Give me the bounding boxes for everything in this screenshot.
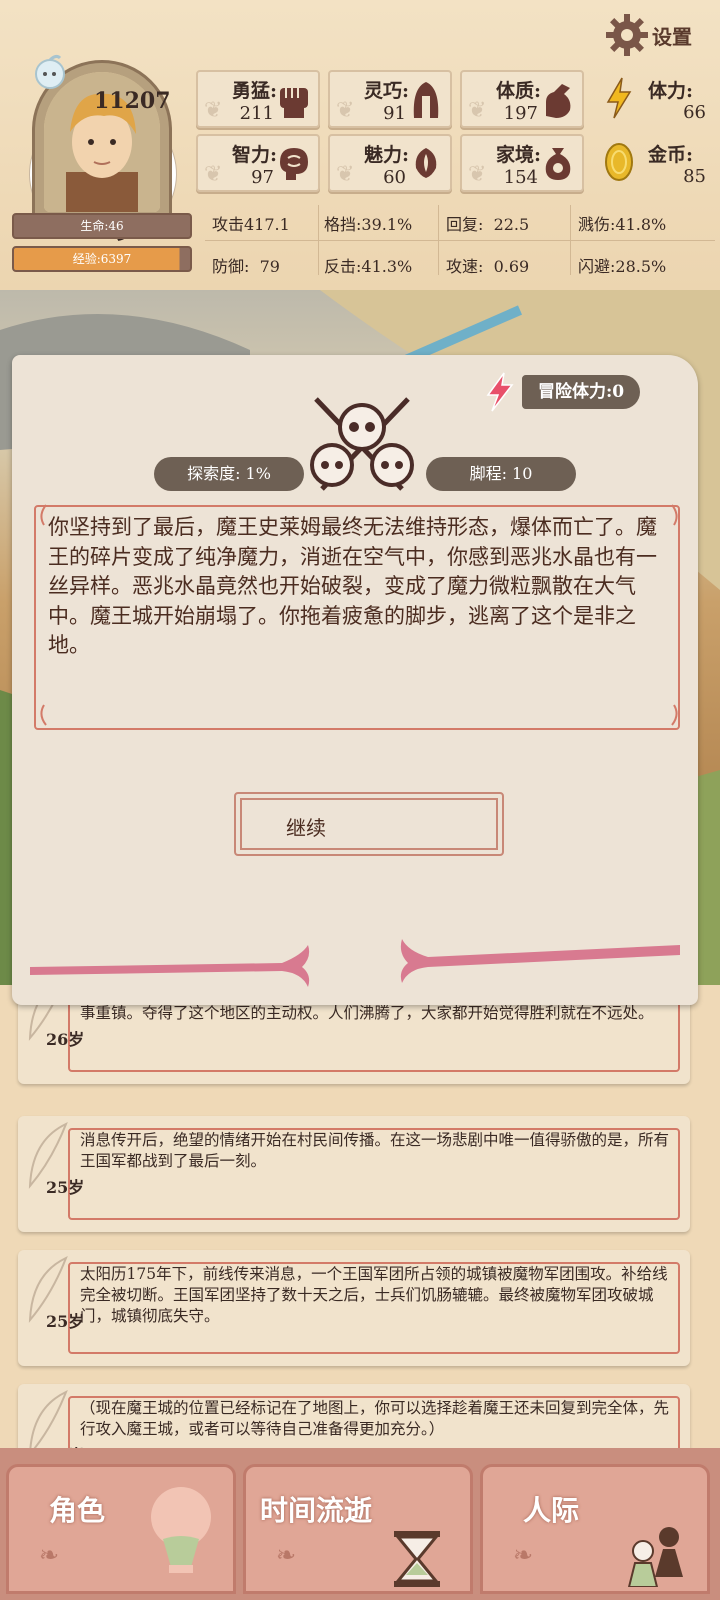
settings-button[interactable]: 设置 [604, 12, 714, 58]
log-entry: 消息传开后，绝望的情绪开始在村民间传播。在这一场悲剧中唯一值得骄傲的是，所有王国… [18, 1116, 690, 1232]
event-dialog: 冒险体力:0 探索度: 1% 脚程: 10 你坚持到了最后，魔王史莱姆最终无法维… [12, 355, 698, 1005]
score-value: 11207 [94, 88, 171, 114]
lightning-icon [486, 372, 514, 412]
combat-defense: 防御: 79 [212, 257, 280, 276]
combat-speed: 攻速: 0.69 [446, 257, 530, 276]
continue-label: 继续 [286, 816, 326, 840]
status-panel: 设置 11207 26岁 生命:46 经验:6397 ❦ [0, 0, 720, 290]
cloak-icon [413, 82, 439, 118]
combat-splash: 溅伤:41.8% [578, 215, 667, 234]
flexed-arm-icon [546, 84, 571, 118]
skulls-icon [310, 397, 414, 491]
xp-bar: 经验:6397 [12, 246, 192, 272]
resource-stamina: 体力: 66 [598, 70, 710, 128]
rose-icon [415, 148, 437, 178]
story-text: 你坚持到了最后，魔王史莱姆最终无法维持形态，爆体而亡了。魔王的碎片变成了纯净魔力… [48, 515, 657, 657]
resource-gold: 金币: 85 [598, 134, 710, 192]
character-icon [151, 1487, 211, 1573]
stat-family[interactable]: ❦ 家境: 154 [460, 134, 584, 192]
avatar[interactable]: 11207 26岁 [14, 40, 192, 243]
settings-label: 设置 [652, 24, 692, 49]
lightning-icon [606, 77, 632, 119]
hourglass-icon [394, 1531, 440, 1587]
log-entry: 太阳历175年下，前线传来消息，一个王国军团所占领的城镇被魔物军团围攻。补给线完… [18, 1250, 690, 1366]
soul-orb-icon [35, 54, 65, 89]
stat-constitution[interactable]: ❦ 体质: 197 [460, 70, 584, 128]
stat-bravery[interactable]: ❦ 勇猛: 211 [196, 70, 320, 128]
stat-intelligence[interactable]: ❦ 智力: 97 [196, 134, 320, 192]
stat-charm[interactable]: ❦ 魅力: 60 [328, 134, 452, 192]
gold-coin-icon [605, 143, 633, 181]
distance-counter: 脚程: 10 [426, 457, 576, 491]
story-box: 你坚持到了最后，魔王史莱姆最终无法维持形态，爆体而亡了。魔王的碎片变成了纯净魔力… [34, 505, 680, 730]
continue-button[interactable]: 继续 [234, 792, 504, 856]
money-bag-icon [545, 148, 571, 180]
nav-character[interactable]: 角色 ❧ [6, 1464, 236, 1594]
fist-icon [280, 88, 308, 118]
brain-icon [280, 148, 308, 180]
combat-regen: 回复: 22.5 [446, 215, 530, 234]
combat-counter: 反击:41.3% [324, 257, 413, 276]
bottom-nav: 角色 ❧ 时间流逝 ❧ 人际 ❧ [0, 1448, 720, 1600]
exploration-progress: 探索度: 1% [154, 457, 304, 491]
adventure-stamina: 冒险体力:0 [482, 371, 692, 413]
people-icon [627, 1527, 683, 1587]
hp-bar: 生命:46 [12, 213, 192, 239]
nav-time-passing[interactable]: 时间流逝 ❧ [243, 1464, 473, 1594]
nav-relationships[interactable]: 人际 ❧ [480, 1464, 710, 1594]
stat-agility[interactable]: ❦ 灵巧: 91 [328, 70, 452, 128]
gear-icon [606, 14, 648, 56]
combat-attack: 攻击417.1 [212, 215, 290, 234]
combat-block: 格挡:39.1% [324, 215, 413, 234]
combat-dodge: 闪避:28.5% [578, 257, 667, 276]
